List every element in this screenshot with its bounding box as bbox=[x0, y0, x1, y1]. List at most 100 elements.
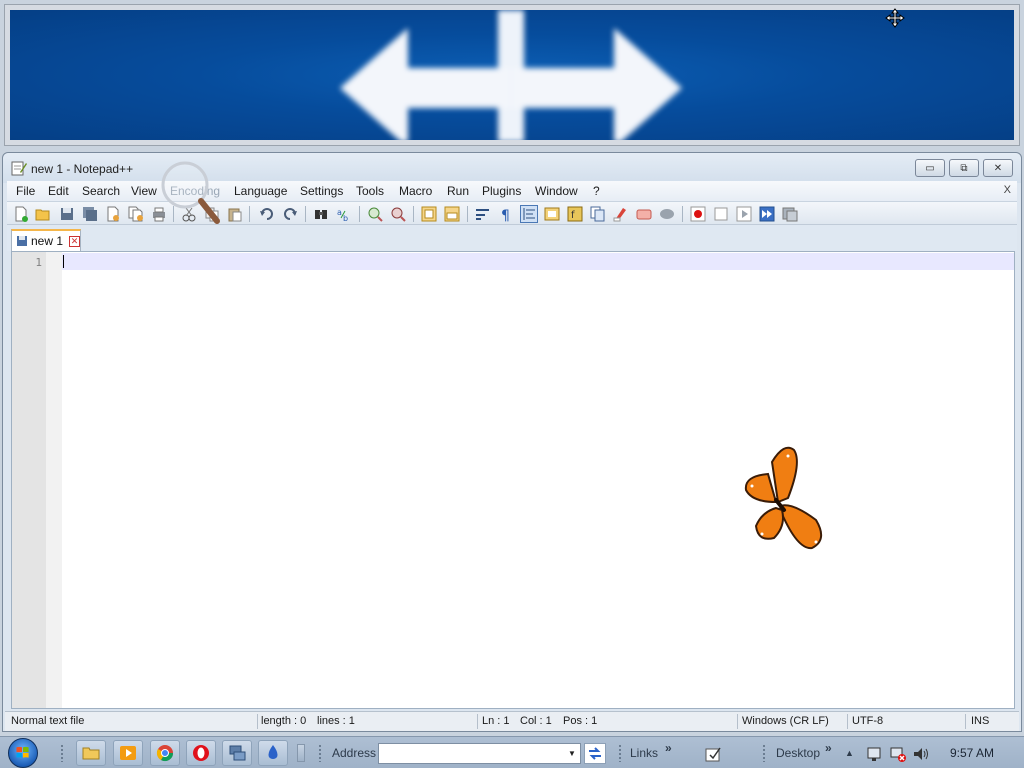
go-arrow-icon[interactable] bbox=[584, 743, 606, 764]
toolbar-grip[interactable] bbox=[60, 744, 64, 762]
paste-icon[interactable] bbox=[227, 206, 243, 222]
stop-macro-icon[interactable] bbox=[713, 206, 729, 222]
toolbar-grip[interactable] bbox=[618, 744, 622, 762]
status-divider bbox=[477, 714, 478, 729]
close-all-icon[interactable] bbox=[128, 206, 144, 222]
user-defined-language-icon[interactable] bbox=[544, 206, 560, 222]
toolbar-grip[interactable] bbox=[762, 744, 766, 762]
run-macro-multiple-icon[interactable] bbox=[759, 206, 775, 222]
line-number: 1 bbox=[35, 256, 42, 269]
replace-icon[interactable]: ab bbox=[336, 206, 352, 222]
menu-file[interactable]: File bbox=[16, 184, 35, 198]
taskbar-chrome[interactable] bbox=[150, 740, 180, 766]
taskbar-notepadpp[interactable] bbox=[258, 740, 288, 766]
sync-vertical-icon[interactable] bbox=[421, 206, 437, 222]
menu-search[interactable]: Search bbox=[82, 184, 120, 198]
close-document-x[interactable]: X bbox=[1004, 184, 1011, 196]
links-chevron-icon[interactable]: » bbox=[665, 741, 672, 755]
links-toolbar[interactable]: Links bbox=[630, 746, 658, 760]
undo-icon[interactable] bbox=[259, 206, 275, 222]
minimize-button[interactable]: ▭ bbox=[915, 159, 945, 177]
banner-image bbox=[10, 10, 1014, 140]
taskbar-explorer[interactable] bbox=[76, 740, 106, 766]
network-tray-icon[interactable] bbox=[890, 746, 906, 762]
menu-macro[interactable]: Macro bbox=[399, 184, 432, 198]
menu-view[interactable]: View bbox=[131, 184, 157, 198]
record-macro-icon[interactable] bbox=[690, 206, 706, 222]
tab-new-1[interactable]: new 1 ✕ bbox=[11, 229, 81, 251]
status-eol-format[interactable]: Windows (CR LF) bbox=[742, 715, 829, 727]
menu-run[interactable]: Run bbox=[447, 184, 469, 198]
butterfly-icon bbox=[744, 446, 823, 550]
editor-area[interactable]: 1 bbox=[11, 251, 1015, 709]
fold-margin[interactable] bbox=[46, 252, 62, 708]
folder-workspace-icon[interactable] bbox=[613, 206, 629, 222]
doc-map-icon[interactable] bbox=[590, 206, 606, 222]
taskbar-network[interactable] bbox=[222, 740, 252, 766]
start-button[interactable] bbox=[8, 738, 38, 768]
show-hidden-icons-icon[interactable]: ▲ bbox=[845, 748, 854, 758]
taskbar: Address ▼ Links » Desktop » ▲ 9:57 AM bbox=[0, 736, 1024, 768]
find-icon[interactable] bbox=[313, 206, 329, 222]
status-insert-mode[interactable]: INS bbox=[971, 715, 989, 727]
close-file-icon[interactable] bbox=[105, 206, 121, 222]
zoom-in-icon[interactable] bbox=[367, 206, 383, 222]
status-file-type: Normal text file bbox=[11, 715, 85, 727]
folder-icon bbox=[82, 747, 100, 760]
menu-window[interactable]: Window bbox=[535, 184, 578, 198]
taskbar-scroll[interactable] bbox=[297, 744, 305, 762]
menu-tools[interactable]: Tools bbox=[356, 184, 384, 198]
tab-close-icon[interactable]: ✕ bbox=[69, 235, 81, 247]
desktop-chevron-icon[interactable]: » bbox=[825, 741, 832, 755]
new-file-icon[interactable] bbox=[13, 206, 29, 222]
action-center-icon[interactable] bbox=[866, 746, 882, 762]
menu-language[interactable]: Language bbox=[234, 184, 287, 198]
save-macro-icon[interactable] bbox=[782, 206, 798, 222]
window-controls: ▭ ⧉ ✕ bbox=[915, 159, 1013, 177]
address-dropdown-icon[interactable]: ▼ bbox=[565, 747, 579, 761]
svg-text:f: f bbox=[571, 210, 575, 221]
restore-button[interactable]: ⧉ bbox=[949, 159, 979, 177]
save-all-icon[interactable] bbox=[82, 206, 98, 222]
panel-icon[interactable] bbox=[659, 206, 675, 222]
open-file-icon[interactable] bbox=[35, 206, 51, 222]
status-divider bbox=[737, 714, 738, 729]
taskbar-media-player[interactable] bbox=[113, 740, 143, 766]
svg-text:a: a bbox=[337, 208, 342, 217]
status-position: Pos : 1 bbox=[563, 715, 598, 727]
toolbar-grip[interactable] bbox=[318, 744, 322, 762]
notepadpp-window: new 1 - Notepad++ ▭ ⧉ ✕ File Edit Search… bbox=[2, 152, 1022, 732]
menu-help[interactable]: ? bbox=[593, 184, 600, 198]
volume-icon[interactable] bbox=[913, 746, 929, 762]
save-icon[interactable] bbox=[59, 206, 75, 222]
window-title: new 1 - Notepad++ bbox=[31, 162, 134, 176]
desktop-toolbar[interactable]: Desktop bbox=[776, 746, 820, 760]
clock[interactable]: 9:57 AM bbox=[950, 746, 994, 760]
redo-icon[interactable] bbox=[282, 206, 298, 222]
indent-guide-icon[interactable] bbox=[520, 205, 538, 223]
function-list-icon[interactable]: f bbox=[567, 206, 583, 222]
menu-plugins[interactable]: Plugins bbox=[482, 184, 521, 198]
zoom-out-icon[interactable] bbox=[390, 206, 406, 222]
notes-icon[interactable] bbox=[705, 746, 721, 762]
sync-horizontal-icon[interactable] bbox=[444, 206, 460, 222]
play-macro-icon[interactable] bbox=[736, 206, 752, 222]
monitoring-icon[interactable] bbox=[636, 206, 652, 222]
menu-settings[interactable]: Settings bbox=[300, 184, 343, 198]
unsaved-file-icon bbox=[17, 236, 27, 246]
media-player-icon bbox=[120, 746, 136, 760]
address-input[interactable] bbox=[378, 743, 581, 764]
move-cursor-icon bbox=[885, 8, 905, 28]
show-all-chars-icon[interactable]: ¶ bbox=[498, 206, 514, 222]
status-divider bbox=[965, 714, 966, 729]
toolbar-separator bbox=[682, 206, 683, 222]
notepad-app-icon bbox=[11, 161, 27, 176]
close-button[interactable]: ✕ bbox=[983, 159, 1013, 177]
opera-icon bbox=[193, 745, 209, 761]
status-encoding[interactable]: UTF-8 bbox=[852, 715, 883, 727]
status-divider bbox=[847, 714, 848, 729]
word-wrap-icon[interactable] bbox=[475, 206, 491, 222]
menu-edit[interactable]: Edit bbox=[48, 184, 69, 198]
taskbar-opera[interactable] bbox=[186, 740, 216, 766]
title-bar[interactable]: new 1 - Notepad++ ▭ ⧉ ✕ bbox=[3, 153, 1021, 183]
